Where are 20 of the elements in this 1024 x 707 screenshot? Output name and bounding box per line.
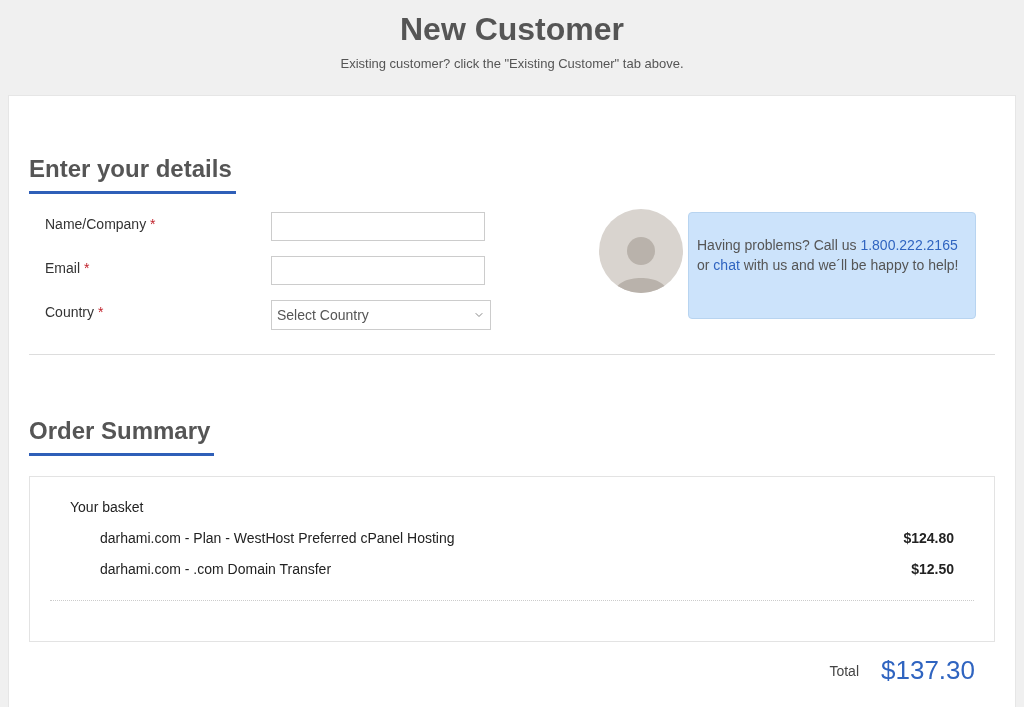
country-select[interactable]: Select Country (271, 300, 491, 330)
field-label: Name/Company * (45, 215, 157, 234)
phone-link[interactable]: 1.800.222.2165 (860, 237, 958, 253)
page-subtitle: Existing customer? click the "Existing Customer" tab above. (340, 55, 684, 73)
basket-item-name: darhami.com - Plan - WestHost Preferred cPanel Hosting (100, 529, 455, 548)
support-message: Having problems? Call us 1.800.222.2165 or chat with us and we´ll be happy to help! (697, 236, 960, 275)
basket-item-name: darhami.com - .com Domain Transfer (100, 560, 332, 579)
section-heading: Order Summary (29, 413, 215, 456)
total-label: Total (829, 662, 859, 681)
chat-link[interactable]: chat (713, 257, 740, 273)
total-amount: $137.30 (881, 656, 975, 684)
field-label: Country * (45, 303, 105, 322)
basket-item-price: $124.80 (903, 529, 954, 548)
input-field[interactable] (271, 212, 485, 241)
input-field[interactable] (271, 256, 485, 285)
field-label: Email * (45, 259, 91, 278)
page-title: New Customer (399, 10, 624, 48)
section-heading: Enter your details (29, 151, 236, 194)
basket-label: Your basket (69, 498, 145, 517)
basket-item-price: $12.50 (911, 560, 954, 579)
